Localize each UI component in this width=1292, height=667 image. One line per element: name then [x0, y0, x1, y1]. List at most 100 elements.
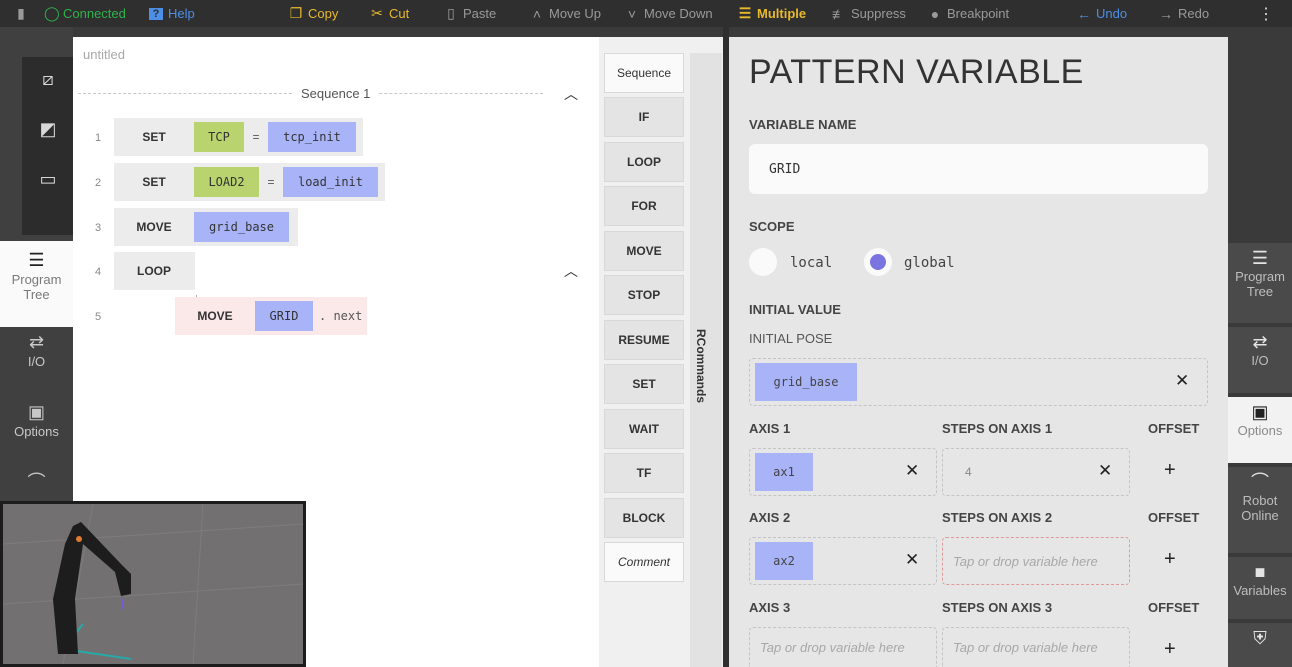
left-rail-io[interactable]: ⇄ I/O — [0, 333, 73, 369]
help-icon: ? — [149, 7, 163, 20]
add-offset1-button[interactable]: + — [1164, 459, 1176, 482]
robot-arm-icon: ⌒ — [27, 472, 46, 492]
steps1-label: STEPS ON AXIS 1 — [942, 421, 1053, 436]
shield-icon: ⛨ — [1253, 628, 1267, 648]
redo-button[interactable]: → Redo — [1159, 0, 1209, 27]
line-number: 5 — [95, 311, 102, 323]
tool-icon-3[interactable]: ▭ — [36, 169, 60, 191]
connection-status[interactable]: ◯ Connected — [44, 0, 126, 27]
cmd-resume[interactable]: RESUME — [604, 320, 684, 360]
axis3-label: AXIS 3 — [749, 600, 791, 615]
axis2-label: AXIS 2 — [749, 510, 791, 525]
multiple-button[interactable]: ☰ Multiple — [738, 0, 806, 27]
program-line-4[interactable]: LOOP — [114, 252, 195, 290]
program-line-5[interactable]: MOVE GRID . next — [175, 297, 367, 335]
close-icon[interactable]: ✕ — [1098, 461, 1112, 481]
scope-global-label: global — [904, 255, 955, 271]
properties-panel: PATTERN VARIABLE VARIABLE NAME GRID SCOP… — [729, 37, 1228, 667]
axis3-field[interactable]: Tap or drop variable here — [749, 627, 937, 667]
cmd-sequence[interactable]: Sequence — [604, 53, 684, 93]
cmd-move[interactable]: MOVE — [604, 231, 684, 271]
program-line-1[interactable]: SET TCP = tcp_init — [114, 118, 363, 156]
connected-icon: ◯ — [44, 5, 60, 21]
clipboard-icon: ▣ — [27, 402, 45, 422]
cmd-set[interactable]: SET — [604, 364, 684, 404]
add-offset3-button[interactable]: + — [1164, 638, 1176, 661]
tool-icon-2[interactable]: ◩ — [36, 119, 60, 141]
arrows-icon: ⇄ — [1252, 332, 1268, 352]
robot-3d-viewport[interactable] — [0, 501, 306, 667]
cmd-block[interactable]: BLOCK — [604, 498, 684, 538]
variable-token[interactable]: LOAD2 — [194, 167, 259, 197]
axis1-field[interactable]: ax1 ✕ — [749, 448, 937, 496]
program-line-3[interactable]: MOVE grid_base — [114, 208, 298, 246]
help-button[interactable]: ? Help — [149, 0, 195, 27]
right-rail-options[interactable]: ▣ Options — [1228, 397, 1292, 463]
scope-local-label: local — [790, 255, 833, 271]
undo-button[interactable]: ← Undo — [1077, 0, 1127, 27]
steps1-value: 4 — [965, 465, 972, 479]
left-rail-robot[interactable]: ⌒ — [0, 472, 73, 494]
right-rail-io[interactable]: ⇄ I/O — [1228, 327, 1292, 393]
add-offset2-button[interactable]: + — [1164, 548, 1176, 571]
scope-local-radio[interactable] — [749, 248, 777, 276]
value-token[interactable]: tcp_init — [268, 122, 356, 152]
steps3-field[interactable]: Tap or drop variable here — [942, 627, 1130, 667]
right-rail: ☰ Program Tree ⇄ I/O ▣ Options ⌒ Robot O… — [1228, 27, 1292, 667]
cmd-comment[interactable]: Comment — [604, 542, 684, 582]
close-icon[interactable]: ✕ — [905, 461, 919, 481]
value-token[interactable]: GRID — [255, 301, 313, 331]
variable-chip[interactable]: ax2 — [755, 542, 813, 580]
initial-pose-label: INITIAL POSE — [749, 331, 833, 346]
value-token[interactable]: load_init — [283, 167, 378, 197]
cmd-wait[interactable]: WAIT — [604, 409, 684, 449]
value-token[interactable]: grid_base — [194, 212, 289, 242]
paste-button[interactable]: ▯ Paste — [444, 0, 496, 27]
line-number: 2 — [95, 177, 102, 189]
steps1-field[interactable]: 4 ✕ — [942, 448, 1130, 496]
steps2-field[interactable]: Tap or drop variable here — [942, 537, 1130, 585]
cut-icon: ✂ — [371, 5, 383, 21]
move-up-button[interactable]: ˄ Move Up — [530, 0, 601, 27]
chevron-up-icon[interactable]: ︿ — [564, 261, 578, 281]
right-rail-security[interactable]: ⛨ — [1228, 623, 1292, 667]
close-icon[interactable]: ✕ — [905, 550, 919, 570]
scope-label: SCOPE — [749, 219, 795, 234]
command-palette: Sequence IF LOOP FOR MOVE STOP RESUME SE… — [599, 37, 723, 667]
breakpoint-icon: ● — [930, 5, 940, 22]
cmd-tf[interactable]: TF — [604, 453, 684, 493]
cmd-stop[interactable]: STOP — [604, 275, 684, 315]
variable-token[interactable]: TCP — [194, 122, 244, 152]
left-rail-program-tree[interactable]: ☰ Program Tree — [0, 241, 73, 327]
variable-chip[interactable]: ax1 — [755, 453, 813, 491]
axis1-label: AXIS 1 — [749, 421, 791, 436]
right-rail-robot-online[interactable]: ⌒ Robot Online — [1228, 467, 1292, 553]
document-title: untitled — [83, 47, 125, 62]
right-rail-variables[interactable]: ■ Variables — [1228, 557, 1292, 619]
copy-button[interactable]: ❐ Copy — [289, 0, 339, 27]
tool-icon-1[interactable]: ⧄ — [36, 69, 60, 91]
more-menu-button[interactable]: ⋮ — [1258, 0, 1274, 27]
axis2-field[interactable]: ax2 ✕ — [749, 537, 937, 585]
initial-pose-field[interactable]: grid_base ✕ — [749, 358, 1208, 406]
program-line-2[interactable]: SET LOAD2 = load_init — [114, 163, 385, 201]
variable-name-input[interactable]: GRID — [749, 144, 1208, 194]
breakpoint-button[interactable]: ● Breakpoint — [928, 0, 1009, 27]
steps3-label: STEPS ON AXIS 3 — [942, 600, 1053, 615]
offset2-label: OFFSET — [1148, 510, 1200, 525]
close-icon[interactable]: ✕ — [1175, 371, 1189, 391]
cmd-if[interactable]: IF — [604, 97, 684, 137]
offset1-label: OFFSET — [1148, 421, 1200, 436]
chevron-up-icon[interactable]: ︿ — [564, 84, 578, 104]
suppress-button[interactable]: ≢ Suppress — [832, 0, 906, 27]
right-rail-program-tree[interactable]: ☰ Program Tree — [1228, 243, 1292, 323]
cmd-for[interactable]: FOR — [604, 186, 684, 226]
left-rail-options[interactable]: ▣ Options — [0, 402, 73, 439]
cmd-loop[interactable]: LOOP — [604, 142, 684, 182]
cut-button[interactable]: ✂ Cut — [370, 0, 409, 27]
variable-chip[interactable]: grid_base — [755, 363, 857, 401]
move-down-button[interactable]: ˅ Move Down — [625, 0, 713, 27]
operator: = — [252, 130, 260, 144]
keyword: LOOP — [136, 264, 171, 278]
scope-global-radio[interactable] — [864, 248, 892, 276]
